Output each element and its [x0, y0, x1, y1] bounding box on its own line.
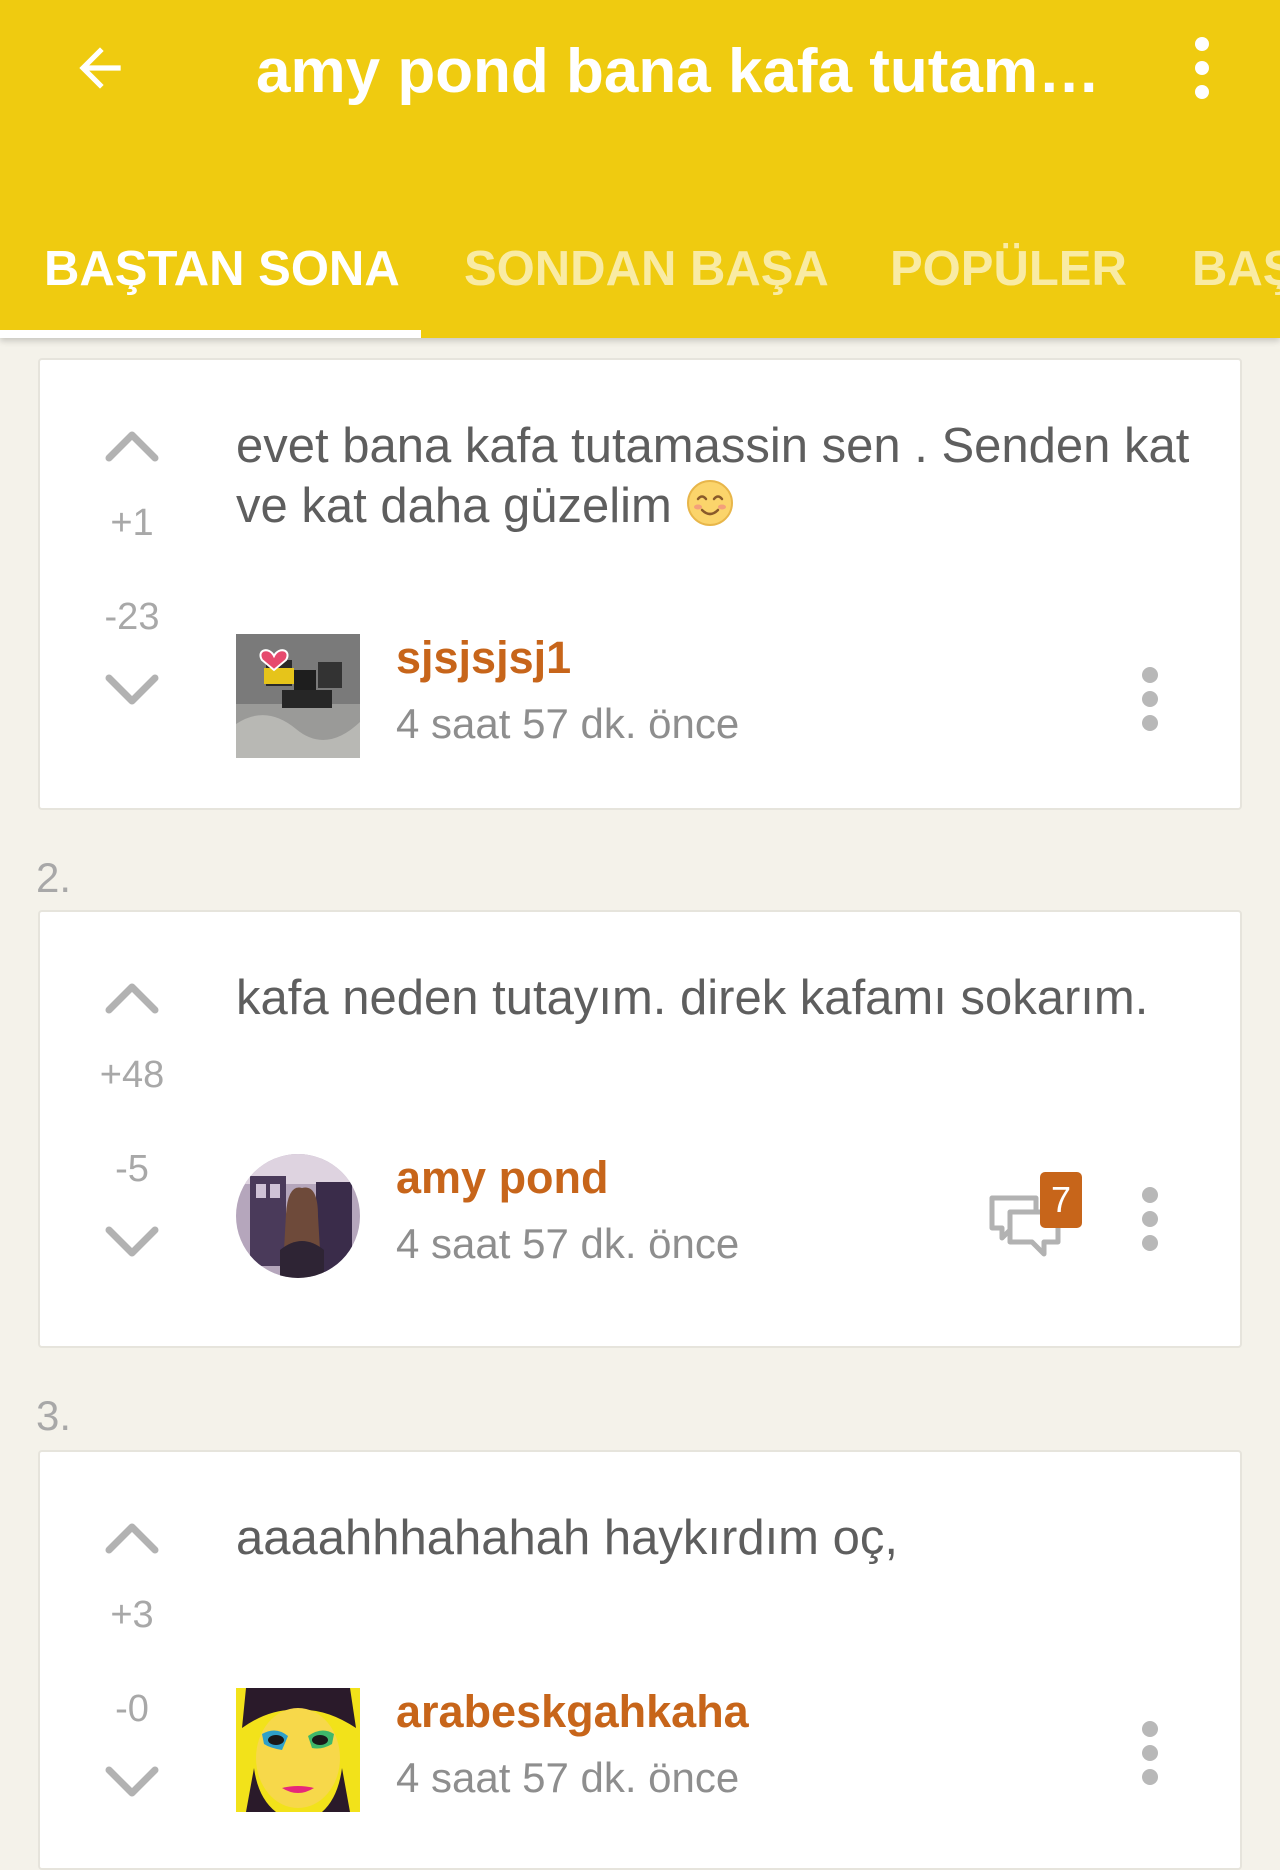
- comment-menu-button[interactable]: [1120, 1708, 1180, 1798]
- timestamp: 4 saat 57 dk. önce: [396, 700, 740, 747]
- timestamp: 4 saat 57 dk. önce: [396, 1754, 740, 1801]
- comment-text: kafa neden tutayım. direk kafamı sokarım…: [236, 971, 1149, 1025]
- user-avatar-image: [236, 1688, 360, 1812]
- more-vert-icon: [1142, 667, 1158, 731]
- username[interactable]: amy pond: [396, 1152, 609, 1204]
- app-bar: amy pond bana kafa tutama... BAŞTAN SONA…: [0, 0, 1280, 338]
- downvote-button[interactable]: [92, 1212, 172, 1272]
- downvote-button[interactable]: [92, 1752, 172, 1812]
- comment-menu-button[interactable]: [1120, 654, 1180, 744]
- chevron-down-icon: [105, 674, 159, 705]
- upvote-button[interactable]: [92, 416, 172, 476]
- back-button[interactable]: [62, 30, 138, 106]
- chevron-up-icon: [105, 431, 159, 462]
- comment-card: +3 -0 aaaahhhahahah haykırdım oç, arabes…: [38, 1450, 1242, 1870]
- upvote-count: +48: [99, 1054, 165, 1096]
- downvote-count: -23: [104, 596, 160, 638]
- downvote-button[interactable]: [92, 660, 172, 720]
- overflow-menu-button[interactable]: [1168, 30, 1236, 106]
- upvote-count: +3: [110, 1594, 154, 1636]
- comment-card: +48 -5 kafa neden tutayım. direk kafamı …: [38, 910, 1242, 1348]
- more-vert-icon: [1142, 1187, 1158, 1251]
- user-avatar-image: [236, 1154, 360, 1278]
- more-vert-icon: [1195, 37, 1209, 99]
- sort-tabs: BAŞTAN SONA SONDAN BAŞA POPÜLER BAŞ: [0, 200, 1280, 338]
- active-tab-indicator: [0, 330, 421, 338]
- avatar[interactable]: [236, 1154, 360, 1278]
- smiling-face-icon: [687, 480, 734, 526]
- username[interactable]: sjsjsjsj1: [396, 632, 571, 684]
- username[interactable]: arabeskgahkaha: [396, 1686, 749, 1738]
- reply-count-badge: 7: [1040, 1172, 1082, 1228]
- upvote-button[interactable]: [92, 1508, 172, 1568]
- comment-rank: 2.: [36, 854, 72, 901]
- chevron-down-icon: [105, 1766, 159, 1797]
- downvote-count: -5: [115, 1148, 149, 1190]
- comment-menu-button[interactable]: [1120, 1174, 1180, 1264]
- more-vert-icon: [1142, 1721, 1158, 1785]
- user-avatar-image: [236, 634, 360, 758]
- page-title: amy pond bana kafa tutama...: [256, 37, 1106, 106]
- tab-sondan-basa[interactable]: SONDAN BAŞA: [464, 200, 829, 338]
- avatar[interactable]: [236, 634, 360, 758]
- replies-button[interactable]: 7: [988, 1172, 1084, 1268]
- comment-text: aaaahhhahahah haykırdım oç,: [236, 1511, 898, 1565]
- tab-populer[interactable]: POPÜLER: [890, 200, 1127, 338]
- chevron-down-icon: [105, 1226, 159, 1257]
- upvote-button[interactable]: [92, 968, 172, 1028]
- avatar[interactable]: [236, 1688, 360, 1812]
- comment-text: evet bana kafa tutamassin sen . Senden k…: [236, 416, 1196, 536]
- arrow-left-icon: [79, 47, 121, 89]
- tab-bastan-sona[interactable]: BAŞTAN SONA: [44, 200, 400, 338]
- downvote-count: -0: [115, 1688, 149, 1730]
- timestamp: 4 saat 57 dk. önce: [396, 1220, 740, 1267]
- comment-card: +1 -23 evet bana kafa tutamassin sen . S…: [38, 358, 1242, 810]
- chevron-up-icon: [105, 983, 159, 1014]
- tab-bas[interactable]: BAŞ: [1192, 200, 1280, 338]
- upvote-count: +1: [110, 502, 154, 544]
- comment-rank: 3.: [36, 1392, 72, 1439]
- chevron-up-icon: [105, 1523, 159, 1554]
